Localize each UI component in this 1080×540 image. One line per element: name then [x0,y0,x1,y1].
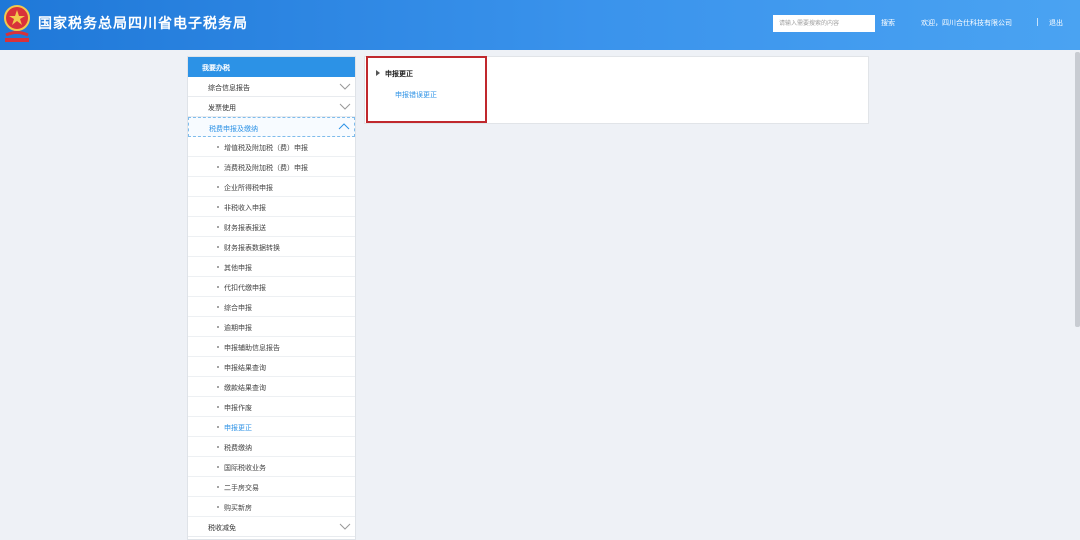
subitem-label: 购买新房 [224,504,252,512]
subitem-label: 申报结果查询 [224,364,266,372]
bullet-dot [217,386,219,388]
bullet-dot [217,346,219,348]
subitem-label: 二手房交易 [224,484,259,492]
subitem-label: 申报更正 [224,424,252,432]
bullet-dot [217,206,219,208]
sidebar-subitem-second-hand-house[interactable]: 二手房交易 [188,477,355,497]
sidebar-item-invoice[interactable]: 发票使用 [188,97,355,117]
sidebar-item-tax-relief[interactable]: 税收减免 [188,517,355,537]
sidebar-subitem-financial-report[interactable]: 财务报表报送 [188,217,355,237]
sidebar: 我要办税 综合信息报告 发票使用 税费申报及缴纳 增值税及附加税（费）申报 消费… [187,56,356,540]
sidebar-item-info-report[interactable]: 综合信息报告 [188,77,355,97]
page-scrollbar-thumb[interactable] [1075,52,1080,327]
welcome-text: 欢迎，四川合仕科技有限公司 [921,19,1012,27]
sidebar-item-label: 税费申报及缴纳 [209,125,258,133]
sidebar-item-label: 税收减免 [208,524,236,532]
sidebar-subitem-report-data-convert[interactable]: 财务报表数据转换 [188,237,355,257]
subitem-label: 财务报表报送 [224,224,266,232]
sidebar-subitem-comprehensive[interactable]: 综合申报 [188,297,355,317]
subitem-label: 财务报表数据转换 [224,244,280,252]
chevron-down-icon [339,103,351,110]
bullet-dot [217,246,219,248]
bullet-dot [217,446,219,448]
sidebar-subitem-payment-result-query[interactable]: 缴款结果查询 [188,377,355,397]
filing-error-correction-link[interactable]: 申报错误更正 [395,90,437,100]
bullet-dot [217,366,219,368]
sidebar-subitem-auxiliary-info[interactable]: 申报辅助信息报告 [188,337,355,357]
subitem-label: 企业所得税申报 [224,184,273,192]
section-title: 申报更正 [376,69,413,79]
sidebar-item-label: 发票使用 [208,104,236,112]
chevron-down-icon [339,83,351,90]
subitem-label: 非税收入申报 [224,204,266,212]
sidebar-subitem-withholding[interactable]: 代扣代缴申报 [188,277,355,297]
bullet-dot [217,426,219,428]
bullet-dot [217,466,219,468]
site-title: 国家税务总局四川省电子税务局 [38,16,248,32]
subitem-label: 税费缴纳 [224,444,252,452]
sidebar-item-tax-filing[interactable]: 税费申报及缴纳 [188,117,355,137]
sidebar-subitem-filing-result-query[interactable]: 申报结果查询 [188,357,355,377]
subitem-label: 申报辅助信息报告 [224,344,280,352]
sidebar-subitem-international-tax[interactable]: 国际税收业务 [188,457,355,477]
sidebar-subitem-new-house[interactable]: 购买新房 [188,497,355,517]
search-button[interactable]: 搜索 [881,18,895,28]
sidebar-subitem-vat[interactable]: 增值税及附加税（费）申报 [188,137,355,157]
bullet-dot [217,226,219,228]
subitem-label: 缴款结果查询 [224,384,266,392]
bullet-dot [217,506,219,508]
logout-link[interactable]: 退出 [1049,18,1063,28]
subitem-label: 国际税收业务 [224,464,266,472]
sidebar-subitem-overdue[interactable]: 逾期申报 [188,317,355,337]
sidebar-subitem-filing-void[interactable]: 申报作废 [188,397,355,417]
search-input[interactable] [773,15,875,32]
subitem-label: 申报作废 [224,404,252,412]
bullet-dot [217,146,219,148]
subitem-label: 代扣代缴申报 [224,284,266,292]
sidebar-subitem-non-tax-income[interactable]: 非税收入申报 [188,197,355,217]
sidebar-subitem-corporate-income-tax[interactable]: 企业所得税申报 [188,177,355,197]
bullet-dot [217,406,219,408]
subitem-label: 逾期申报 [224,324,252,332]
bullet-dot [217,486,219,488]
bullet-dot [217,306,219,308]
bullet-dot [217,186,219,188]
sidebar-item-label: 综合信息报告 [208,84,250,92]
sidebar-subitem-other-filing[interactable]: 其他申报 [188,257,355,277]
bullet-dot [217,266,219,268]
bullet-dot [217,166,219,168]
sidebar-header: 我要办税 [188,57,355,77]
subitem-label: 消费税及附加税（费）申报 [224,164,308,172]
sidebar-subitem-filing-correction[interactable]: 申报更正 [188,417,355,437]
tax-emblem-icon [4,5,30,42]
chevron-up-icon [338,123,350,130]
subitem-label: 增值税及附加税（费）申报 [224,144,308,152]
subitem-label: 其他申报 [224,264,252,272]
sidebar-subitem-tax-payment[interactable]: 税费缴纳 [188,437,355,457]
header-separator: | [1036,17,1039,26]
bullet-dot [217,286,219,288]
bullet-dot [217,326,219,328]
chevron-down-icon [339,523,351,530]
triangle-right-icon [376,70,380,76]
section-title-text: 申报更正 [385,70,413,78]
sidebar-subitem-consumption-tax[interactable]: 消费税及附加税（费）申报 [188,157,355,177]
header-bar: 国家税务总局四川省电子税务局 搜索 欢迎，四川合仕科技有限公司 | 退出 [0,0,1080,50]
subitem-label: 综合申报 [224,304,252,312]
